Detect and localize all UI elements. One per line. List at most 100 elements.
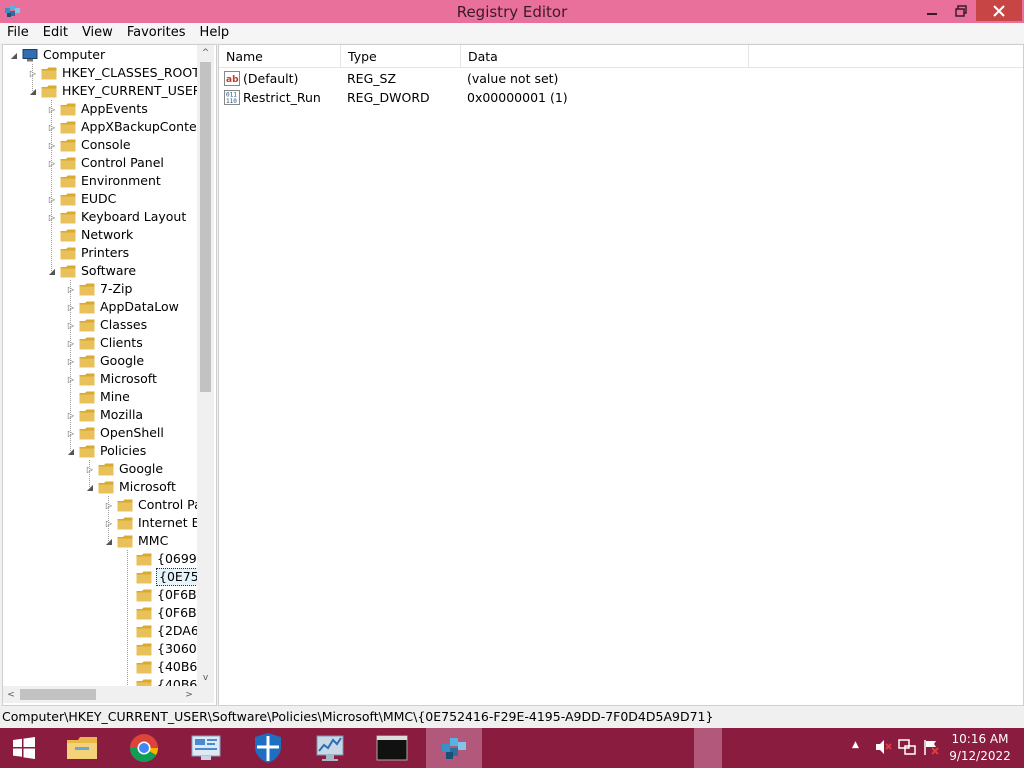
file-explorer-taskbar-button[interactable] [54, 728, 110, 768]
collapsed-arrow-icon[interactable]: ▷ [85, 460, 95, 478]
collapsed-arrow-icon[interactable]: ▷ [66, 298, 76, 316]
tree-node[interactable]: ▷ AppEvents [47, 100, 149, 118]
tree-node[interactable]: ▷ Keyboard Layout [47, 208, 187, 226]
collapsed-arrow-icon[interactable]: ▷ [66, 280, 76, 298]
computer-icon [22, 48, 38, 61]
column-header-type[interactable]: Type [341, 45, 461, 67]
tree-node[interactable]: ◢ HKEY_CURRENT_USER [28, 82, 197, 100]
restore-button[interactable] [946, 0, 976, 21]
collapsed-arrow-icon[interactable]: ▷ [47, 136, 57, 154]
tree-node[interactable]: ▷ AppXBackupContent [47, 118, 197, 136]
tree-node[interactable]: {0F6B9 [123, 604, 197, 622]
collapsed-arrow-icon[interactable]: ▷ [104, 514, 114, 532]
collapsed-arrow-icon[interactable]: ▷ [47, 154, 57, 172]
menu-favorites[interactable]: Favorites [120, 23, 193, 43]
tree-node[interactable]: ▷ Control Pa [104, 496, 197, 514]
column-header-data[interactable]: Data [461, 45, 749, 67]
tree-node[interactable]: ◢ Computer [9, 46, 106, 64]
tree-node[interactable]: ▷ AppDataLow [66, 298, 180, 316]
tree-node[interactable]: {2DA6A [123, 622, 197, 640]
tree-node[interactable]: ◢ MMC [104, 532, 169, 550]
expanded-arrow-icon[interactable]: ◢ [85, 478, 95, 496]
column-header-name[interactable]: Name [219, 45, 341, 67]
menu-help[interactable]: Help [193, 23, 237, 43]
menu-edit[interactable]: Edit [36, 23, 75, 43]
collapsed-arrow-icon[interactable]: ▷ [66, 334, 76, 352]
registry-tree[interactable]: ◢ Computer ▷ HKEY_CLASSES_ROOT ◢ HKEY_CURRENT… [3, 45, 197, 686]
tree-node[interactable]: ◢ Software [47, 262, 137, 280]
tree-node-label: Microsoft [119, 479, 176, 494]
value-row[interactable]: ab (Default) REG_SZ (value not set) [219, 69, 1023, 88]
close-button[interactable] [976, 0, 1022, 21]
action-center-flag-icon[interactable] [922, 738, 940, 756]
tree-node[interactable]: ▷ OpenShell [66, 424, 165, 442]
expanded-arrow-icon[interactable]: ◢ [28, 82, 38, 100]
collapsed-arrow-icon[interactable]: ▷ [66, 370, 76, 388]
command-prompt-taskbar-button[interactable] [364, 728, 420, 768]
tree-node[interactable]: {40B66 [123, 658, 197, 676]
tree-node[interactable]: {40B66 [123, 676, 197, 686]
collapsed-arrow-icon[interactable]: ▷ [47, 190, 57, 208]
menu-view[interactable]: View [75, 23, 120, 43]
tree-horizontal-scroll-thumb[interactable] [20, 689, 96, 700]
tree-vertical-scrollbar[interactable]: ^ v [197, 45, 214, 686]
tree-node[interactable]: ▷ HKEY_CLASSES_ROOT [28, 64, 197, 82]
tree-node[interactable]: ▷ EUDC [47, 190, 117, 208]
expanded-arrow-icon[interactable]: ◢ [9, 46, 19, 64]
tree-node[interactable]: ▷ Console [47, 136, 132, 154]
network-icon[interactable] [898, 738, 916, 756]
tree-node[interactable]: Mine [66, 388, 131, 406]
minimize-button[interactable] [918, 0, 946, 21]
collapsed-arrow-icon[interactable]: ▷ [47, 208, 57, 226]
collapsed-arrow-icon[interactable]: ▷ [28, 64, 38, 82]
tree-node[interactable]: ▷ Google [85, 460, 164, 478]
tree-node[interactable]: ▷ Microsoft [66, 370, 158, 388]
value-row[interactable]: 011 110 Restrict_Run REG_DWORD 0x0000000… [219, 88, 1023, 107]
start-button[interactable] [0, 728, 48, 768]
scroll-down-icon[interactable]: v [197, 670, 214, 686]
collapsed-arrow-icon[interactable]: ▷ [66, 316, 76, 334]
tree-node[interactable]: Printers [47, 244, 130, 262]
taskbar-clock[interactable]: 10:16 AM 9/12/2022 [944, 731, 1016, 765]
tree-node[interactable]: Network [47, 226, 134, 244]
tree-node[interactable]: {0E752 [123, 568, 197, 586]
defender-taskbar-button[interactable] [240, 728, 296, 768]
folder-icon [79, 301, 95, 313]
tree-node[interactable]: {06993I [123, 550, 197, 568]
tree-node[interactable]: ▷ 7-Zip [66, 280, 133, 298]
tree-node[interactable]: {3060E [123, 640, 197, 658]
tree-node[interactable]: ▷ Mozilla [66, 406, 144, 424]
tree-vertical-scroll-thumb[interactable] [200, 62, 211, 392]
expanded-arrow-icon[interactable]: ◢ [66, 442, 76, 460]
volume-muted-icon[interactable] [874, 738, 892, 756]
control-panel-taskbar-button[interactable] [178, 728, 234, 768]
scroll-up-icon[interactable]: ^ [197, 45, 214, 61]
collapsed-arrow-icon[interactable]: ▷ [66, 352, 76, 370]
expanded-arrow-icon[interactable]: ◢ [104, 532, 114, 550]
tree-node[interactable]: ▷ Control Panel [47, 154, 165, 172]
tree-node[interactable]: ▷ Clients [66, 334, 144, 352]
tree-node[interactable]: ◢ Microsoft [85, 478, 177, 496]
performance-monitor-taskbar-button[interactable] [302, 728, 358, 768]
collapsed-arrow-icon[interactable]: ▷ [66, 424, 76, 442]
scroll-right-icon[interactable]: > [181, 686, 197, 703]
folder-icon [98, 481, 114, 493]
collapsed-arrow-icon[interactable]: ▷ [47, 100, 57, 118]
tree-horizontal-scrollbar[interactable]: < > [3, 686, 197, 703]
collapsed-arrow-icon[interactable]: ▷ [47, 118, 57, 136]
tree-node[interactable]: Environment [47, 172, 162, 190]
tray-overflow-chevron-icon[interactable]: ▲ [852, 740, 859, 750]
tree-node[interactable]: ◢ Policies [66, 442, 147, 460]
tree-node[interactable]: ▷ Google [66, 352, 145, 370]
tree-node[interactable]: ▷ Classes [66, 316, 148, 334]
tree-node[interactable]: {0F6B9 [123, 586, 197, 604]
scroll-left-icon[interactable]: < [3, 686, 19, 703]
expanded-arrow-icon[interactable]: ◢ [47, 262, 57, 280]
collapsed-arrow-icon[interactable]: ▷ [104, 496, 114, 514]
chrome-taskbar-button[interactable] [116, 728, 172, 768]
collapsed-arrow-icon[interactable]: ▷ [66, 406, 76, 424]
tree-node[interactable]: ▷ Internet Ex [104, 514, 197, 532]
menu-file[interactable]: File [0, 23, 36, 43]
registry-editor-taskbar-button[interactable] [426, 728, 482, 768]
